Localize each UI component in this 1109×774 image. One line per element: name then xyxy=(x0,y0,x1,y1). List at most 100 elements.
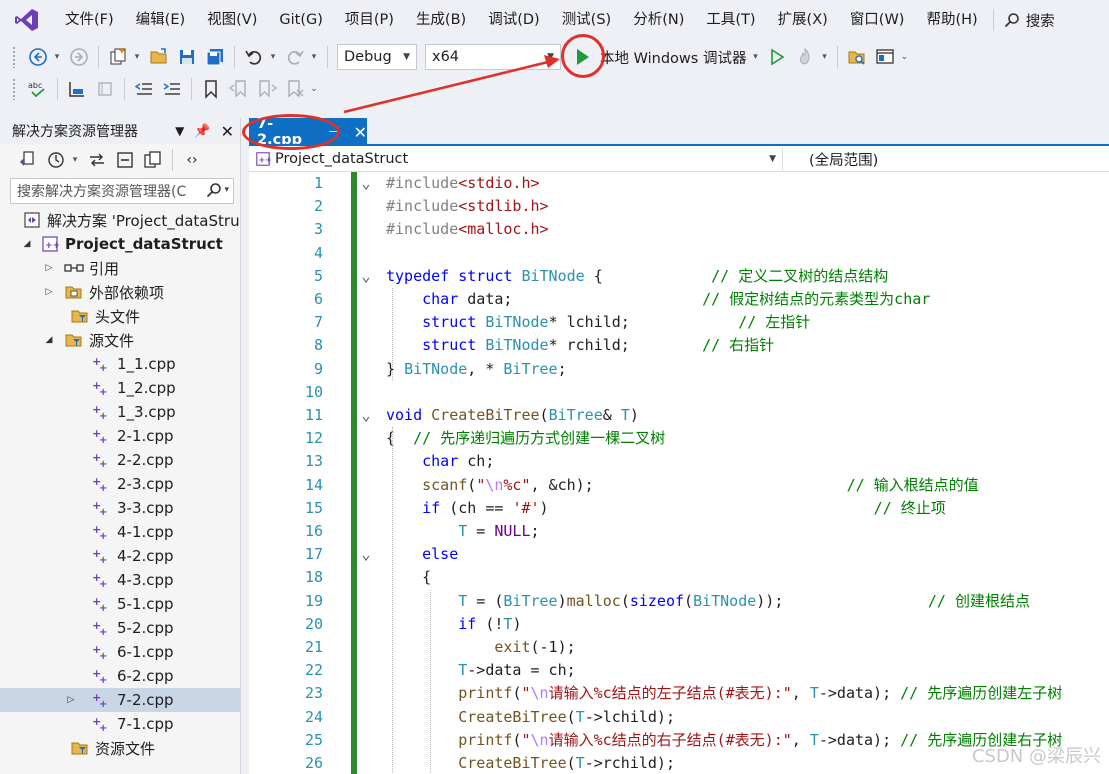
previous-bookmark-icon[interactable] xyxy=(228,78,250,100)
tree-item-file[interactable]: + + 1_3.cpp xyxy=(0,400,240,424)
scope-navigation-combo[interactable]: (全局范围) xyxy=(809,148,1109,170)
menu-item[interactable]: 扩展(X) xyxy=(767,0,839,40)
tree-item-external-deps[interactable]: ▷ 外部依赖项 xyxy=(0,280,240,304)
tree-item-file[interactable]: + + 4-3.cpp xyxy=(0,568,240,592)
close-icon[interactable]: ✕ xyxy=(221,122,234,141)
toolbar-grip[interactable] xyxy=(12,46,16,68)
undo-icon[interactable] xyxy=(243,46,265,68)
redo-dropdown-icon[interactable]: ▾ xyxy=(309,46,319,68)
redo-icon[interactable] xyxy=(284,46,306,68)
fold-toggle-icon[interactable]: ⌄ xyxy=(359,265,373,288)
save-icon[interactable] xyxy=(176,46,198,68)
tree-item-headers[interactable]: 头文件 xyxy=(0,304,240,328)
sync-with-document-icon[interactable] xyxy=(17,149,39,171)
find-in-files-icon[interactable] xyxy=(846,46,868,68)
outdent-icon[interactable] xyxy=(133,78,155,100)
menu-item[interactable]: 测试(S) xyxy=(551,0,623,40)
undo-dropdown-icon[interactable]: ▾ xyxy=(268,46,278,68)
menu-item[interactable]: 分析(N) xyxy=(622,0,695,40)
collapsed-arrow-icon[interactable]: ▷ xyxy=(42,263,56,273)
code-area[interactable]: 1 ⌄ #include<stdio.h> 2 #include<stdlib.h> 3 #… xyxy=(249,172,1109,774)
tree-item-file[interactable]: + + 1_1.cpp xyxy=(0,352,240,376)
tree-item-references[interactable]: ▷ 引用 xyxy=(0,256,240,280)
pin-icon[interactable]: 📌 xyxy=(194,124,210,139)
hot-reload-dropdown-icon[interactable]: ▾ xyxy=(819,46,829,68)
bookmark-icon[interactable] xyxy=(200,78,222,100)
tree-item-file[interactable]: + + 6-1.cpp xyxy=(0,640,240,664)
pin-tab-icon[interactable]: ⊣ xyxy=(328,125,339,140)
new-project-icon[interactable] xyxy=(107,46,129,68)
tree-item-file[interactable]: + + 2-1.cpp xyxy=(0,424,240,448)
menu-item[interactable]: 编辑(E) xyxy=(125,0,196,40)
window-layout-icon[interactable] xyxy=(874,46,896,68)
code-view-icon[interactable]: ‹› xyxy=(181,149,203,171)
collapse-all-icon[interactable] xyxy=(114,149,136,171)
expanded-arrow-icon[interactable]: ◢ xyxy=(20,239,34,249)
start-debugging-icon[interactable] xyxy=(571,46,593,68)
fold-toggle-icon[interactable]: ⌄ xyxy=(359,172,373,195)
tree-item-file[interactable]: + + 3-3.cpp xyxy=(0,496,240,520)
sync-icon[interactable] xyxy=(86,149,108,171)
menu-item[interactable]: 帮助(H) xyxy=(915,0,988,40)
quick-info-icon[interactable] xyxy=(66,78,88,100)
fold-toggle-icon[interactable]: ⌄ xyxy=(359,404,373,427)
toolbar-overflow-icon[interactable]: ⌄ xyxy=(309,78,319,100)
collapsed-arrow-icon[interactable]: ▷ xyxy=(64,695,78,705)
close-tab-icon[interactable]: ✕ xyxy=(354,123,367,142)
visual-studio-logo-icon[interactable] xyxy=(14,7,40,33)
menu-item[interactable]: 工具(T) xyxy=(695,0,766,40)
project-navigation-combo[interactable]: ++ Project_dataStruct ▼ xyxy=(253,148,783,170)
tree-item-file[interactable]: + + 1_2.cpp xyxy=(0,376,240,400)
run-target-dropdown-icon[interactable]: ▾ xyxy=(750,46,760,68)
show-all-files-icon[interactable] xyxy=(142,149,164,171)
clear-bookmarks-icon[interactable] xyxy=(284,78,306,100)
platform-combo[interactable]: x64 ▼ xyxy=(425,44,561,70)
fold-toggle-icon[interactable]: ⌄ xyxy=(359,543,373,566)
menu-item[interactable]: 文件(F) xyxy=(54,0,125,40)
tree-item-file[interactable]: + + 4-2.cpp xyxy=(0,544,240,568)
collapsed-arrow-icon[interactable]: ▷ xyxy=(42,287,56,297)
navigate-forward-icon[interactable] xyxy=(68,46,90,68)
menu-item[interactable]: 项目(P) xyxy=(334,0,405,40)
search-button[interactable]: 搜索 xyxy=(1004,10,1055,31)
pending-changes-filter-icon[interactable] xyxy=(45,149,67,171)
tree-item-file[interactable]: + + 5-1.cpp xyxy=(0,592,240,616)
tree-item-file[interactable]: + + 2-2.cpp xyxy=(0,448,240,472)
indent-icon[interactable] xyxy=(161,78,183,100)
tree-item-solution[interactable]: 解决方案 'Project_dataStru xyxy=(0,208,240,232)
new-dropdown-icon[interactable]: ▾ xyxy=(132,46,142,68)
tab-7-2-cpp[interactable]: 7-2.cpp ⊣ ✕ xyxy=(249,116,367,148)
navigate-back-icon[interactable] xyxy=(27,46,49,68)
tree-item-sources[interactable]: ◢ 源文件 xyxy=(0,328,240,352)
search-options-dropdown-icon[interactable]: ▾ xyxy=(224,185,229,195)
run-target-label[interactable]: 本地 Windows 调试器 xyxy=(600,47,746,68)
tree-item-file[interactable]: ▷ + + 7-2.cpp xyxy=(0,688,240,712)
search-icon[interactable] xyxy=(206,182,222,198)
solution-search-input[interactable]: 搜索解决方案资源管理器(C ▾ xyxy=(10,178,234,204)
save-all-icon[interactable] xyxy=(204,46,226,68)
menu-item[interactable]: 调试(D) xyxy=(477,0,550,40)
filter-dropdown-icon[interactable]: ▾ xyxy=(70,149,80,171)
hot-reload-icon[interactable] xyxy=(794,46,816,68)
toolbar-overflow-icon[interactable]: ⌄ xyxy=(899,46,909,68)
expanded-arrow-icon[interactable]: ◢ xyxy=(42,335,56,345)
tree-item-file[interactable]: + + 6-2.cpp xyxy=(0,664,240,688)
tree-item-file[interactable]: + + 4-1.cpp xyxy=(0,520,240,544)
parameter-info-icon[interactable] xyxy=(94,78,116,100)
configuration-combo[interactable]: Debug ▼ xyxy=(337,44,417,70)
tree-item-file[interactable]: + + 7-1.cpp xyxy=(0,712,240,736)
next-bookmark-icon[interactable] xyxy=(256,78,278,100)
menu-item[interactable]: 生成(B) xyxy=(405,0,477,40)
toolbar-grip[interactable] xyxy=(12,78,16,100)
menu-item[interactable]: 视图(V) xyxy=(196,0,268,40)
start-without-debugging-icon[interactable] xyxy=(766,46,788,68)
tree-item-project[interactable]: ◢ ++ Project_dataStruct xyxy=(0,232,240,256)
menu-item[interactable]: 窗口(W) xyxy=(839,0,916,40)
tree-item-file[interactable]: + + 2-3.cpp xyxy=(0,472,240,496)
tree-item-resources[interactable]: 资源文件 xyxy=(0,736,240,760)
tree-item-file[interactable]: + + 5-2.cpp xyxy=(0,616,240,640)
back-dropdown-icon[interactable]: ▾ xyxy=(52,46,62,68)
window-position-dropdown-icon[interactable]: ▼ xyxy=(175,124,184,138)
open-folder-icon[interactable] xyxy=(148,46,170,68)
spell-check-icon[interactable]: abc xyxy=(27,78,49,100)
